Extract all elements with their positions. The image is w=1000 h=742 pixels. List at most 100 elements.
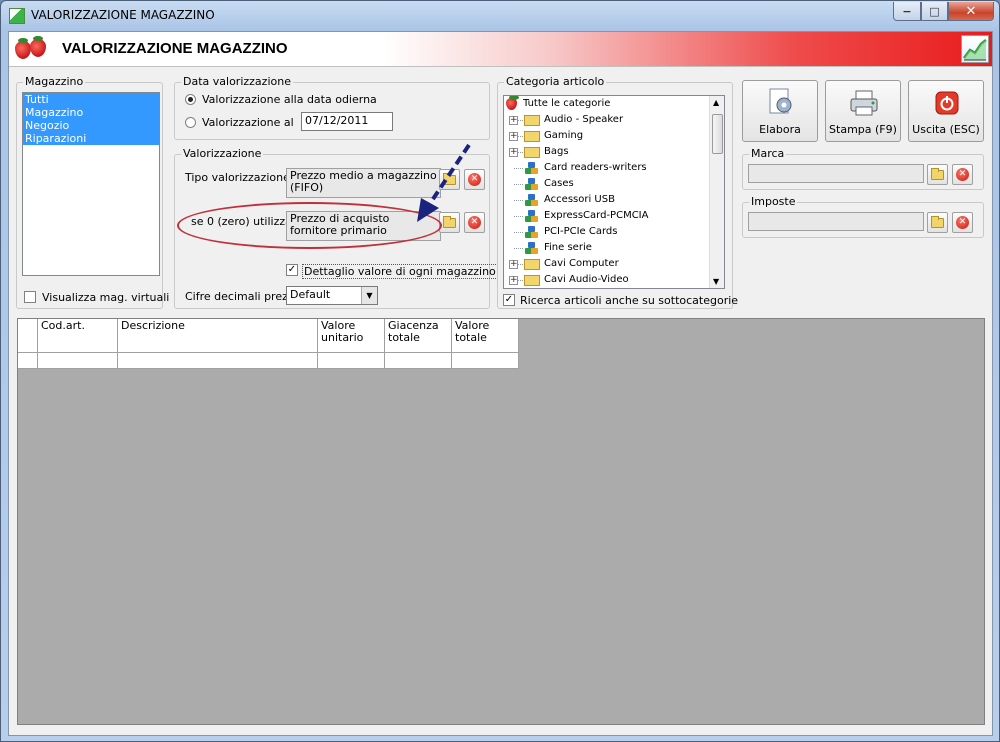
- list-item[interactable]: Negozio: [23, 119, 159, 132]
- folder-icon: [524, 259, 540, 270]
- chart-icon[interactable]: [961, 35, 989, 63]
- tree-scrollbar[interactable]: ▲ ▼: [709, 96, 724, 288]
- imposte-browse-button[interactable]: [927, 212, 948, 233]
- tree-item[interactable]: PCI-PCIe Cards: [504, 225, 708, 241]
- category-node-icon: [525, 226, 538, 239]
- expand-icon[interactable]: +: [509, 260, 518, 269]
- scroll-thumb[interactable]: [712, 114, 723, 154]
- data-valorizzazione-group: Data valorizzazione Valorizzazione alla …: [174, 75, 490, 140]
- table-cell[interactable]: [318, 353, 385, 369]
- tree-connector: [514, 232, 523, 233]
- row-header-corner: [18, 319, 38, 353]
- maximize-button[interactable]: □: [921, 2, 948, 21]
- title-bar[interactable]: VALORIZZAZIONE MAGAZZINO − □ ✕: [1, 1, 999, 31]
- elabora-label: Elabora: [759, 123, 801, 136]
- tree-item[interactable]: Fine serie: [504, 241, 708, 257]
- decimals-value: Default: [290, 288, 331, 301]
- tree-item[interactable]: + Gaming: [504, 129, 708, 145]
- marca-browse-button[interactable]: [927, 164, 948, 185]
- table-cell[interactable]: [385, 353, 452, 369]
- tree-item[interactable]: Cases: [504, 177, 708, 193]
- detail-label: Dettaglio valore di ogni magazzino: [302, 264, 498, 279]
- category-tree[interactable]: Tutte le categorie + Audio - Speaker + Gami…: [503, 95, 725, 289]
- category-node-icon: [525, 194, 538, 207]
- delete-icon: ✕: [956, 216, 969, 229]
- list-item[interactable]: Riparazioni: [23, 132, 159, 145]
- folder-icon: [524, 115, 540, 126]
- page-title: VALORIZZAZIONE MAGAZZINO: [62, 40, 288, 57]
- tree-connector: [514, 200, 523, 201]
- power-icon: [935, 91, 959, 115]
- tree-item[interactable]: + Bags: [504, 145, 708, 161]
- uscita-button[interactable]: Uscita (ESC): [908, 80, 984, 142]
- table-cell[interactable]: [38, 353, 118, 369]
- stampa-button[interactable]: Stampa (F9): [825, 80, 901, 142]
- radio-date-at-label: Valorizzazione al: [202, 116, 294, 129]
- date-input[interactable]: 07/12/2011: [301, 112, 393, 131]
- marca-clear-button[interactable]: ✕: [952, 164, 973, 185]
- imposte-field[interactable]: [748, 212, 924, 231]
- scroll-up-icon[interactable]: ▲: [713, 98, 719, 107]
- tree-connector: [514, 216, 523, 217]
- valorizzazione-label: Valorizzazione: [181, 147, 264, 160]
- scroll-down-icon[interactable]: ▼: [713, 277, 719, 286]
- virtual-warehouses-label: Visualizza mag. virtuali: [42, 291, 170, 304]
- tree-item[interactable]: + Cavi Audio-Video: [504, 273, 708, 288]
- radio-date-today[interactable]: [185, 94, 196, 105]
- tree-item-label: Cavi Computer: [544, 258, 619, 269]
- col-header-valore-unitario[interactable]: Valore unitario: [318, 319, 385, 353]
- marca-field[interactable]: [748, 164, 924, 183]
- folder-icon: [931, 167, 944, 180]
- col-header-valore-totale[interactable]: Valore totale: [452, 319, 519, 353]
- tree-item[interactable]: ExpressCard-PCMCIA: [504, 209, 708, 225]
- table-cell[interactable]: [452, 353, 519, 369]
- tree-item[interactable]: Accessori USB: [504, 193, 708, 209]
- col-header-cod-art[interactable]: Cod.art.: [38, 319, 118, 353]
- expand-icon[interactable]: +: [509, 148, 518, 157]
- table-row[interactable]: [18, 353, 38, 369]
- folder-icon: [524, 131, 540, 142]
- col-header-descrizione[interactable]: Descrizione: [118, 319, 318, 353]
- tree-item-label: Accessori USB: [544, 194, 615, 205]
- subcategories-label: Ricerca articoli anche su sottocategorie: [520, 294, 739, 307]
- tree-item-label: Cases: [544, 178, 574, 189]
- stampa-label: Stampa (F9): [829, 123, 897, 136]
- expand-icon[interactable]: +: [509, 116, 518, 125]
- marca-group: Marca ✕: [742, 147, 984, 190]
- categoria-group: Categoria articolo Tutte le categorie + A…: [497, 75, 738, 309]
- close-button[interactable]: ✕: [948, 2, 994, 21]
- tree-root[interactable]: Tutte le categorie: [504, 96, 708, 113]
- tree-item-label: Cavi Audio-Video: [544, 274, 629, 285]
- category-node-icon: [525, 242, 538, 255]
- strawberry-logo-icon: [15, 38, 31, 59]
- radio-date-today-label: Valorizzazione alla data odierna: [202, 93, 377, 106]
- tree-item[interactable]: + Cavi Computer: [504, 257, 708, 273]
- virtual-warehouses-checkbox[interactable]: [24, 291, 36, 303]
- subcategories-checkbox[interactable]: ✓: [503, 294, 515, 306]
- col-header-giacenza-totale[interactable]: Giacenza totale: [385, 319, 452, 353]
- minimize-button[interactable]: −: [893, 2, 921, 21]
- marca-label: Marca: [749, 147, 787, 160]
- expand-icon[interactable]: +: [509, 132, 518, 141]
- list-item[interactable]: Magazzino: [23, 106, 159, 119]
- elabora-button[interactable]: Elabora: [742, 80, 818, 142]
- imposte-clear-button[interactable]: ✕: [952, 212, 973, 233]
- tree-item-label: Bags: [544, 146, 569, 157]
- magazzino-group: Magazzino Tutti Magazzino Negozio Ripara…: [16, 75, 169, 309]
- tree-item[interactable]: + Audio - Speaker: [504, 113, 708, 129]
- radio-date-at[interactable]: [185, 117, 196, 128]
- tree-root-label: Tutte le categorie: [523, 98, 611, 109]
- chevron-down-icon[interactable]: ▼: [361, 287, 377, 304]
- list-item[interactable]: Tutti: [23, 93, 159, 106]
- tree-item[interactable]: Card readers-writers: [504, 161, 708, 177]
- tree-item-label: ExpressCard-PCMCIA: [544, 210, 649, 221]
- results-grid[interactable]: Cod.art. Descrizione Valore unitario Gia…: [17, 318, 985, 725]
- tree-connector: [514, 184, 523, 185]
- delete-icon: ✕: [956, 168, 969, 181]
- decimals-select[interactable]: Default ▼: [286, 286, 378, 305]
- table-cell[interactable]: [118, 353, 318, 369]
- magazzino-group-label: Magazzino: [23, 75, 86, 88]
- detail-checkbox[interactable]: ✓: [286, 264, 298, 276]
- magazzino-listbox[interactable]: Tutti Magazzino Negozio Riparazioni: [22, 92, 160, 276]
- expand-icon[interactable]: +: [509, 276, 518, 285]
